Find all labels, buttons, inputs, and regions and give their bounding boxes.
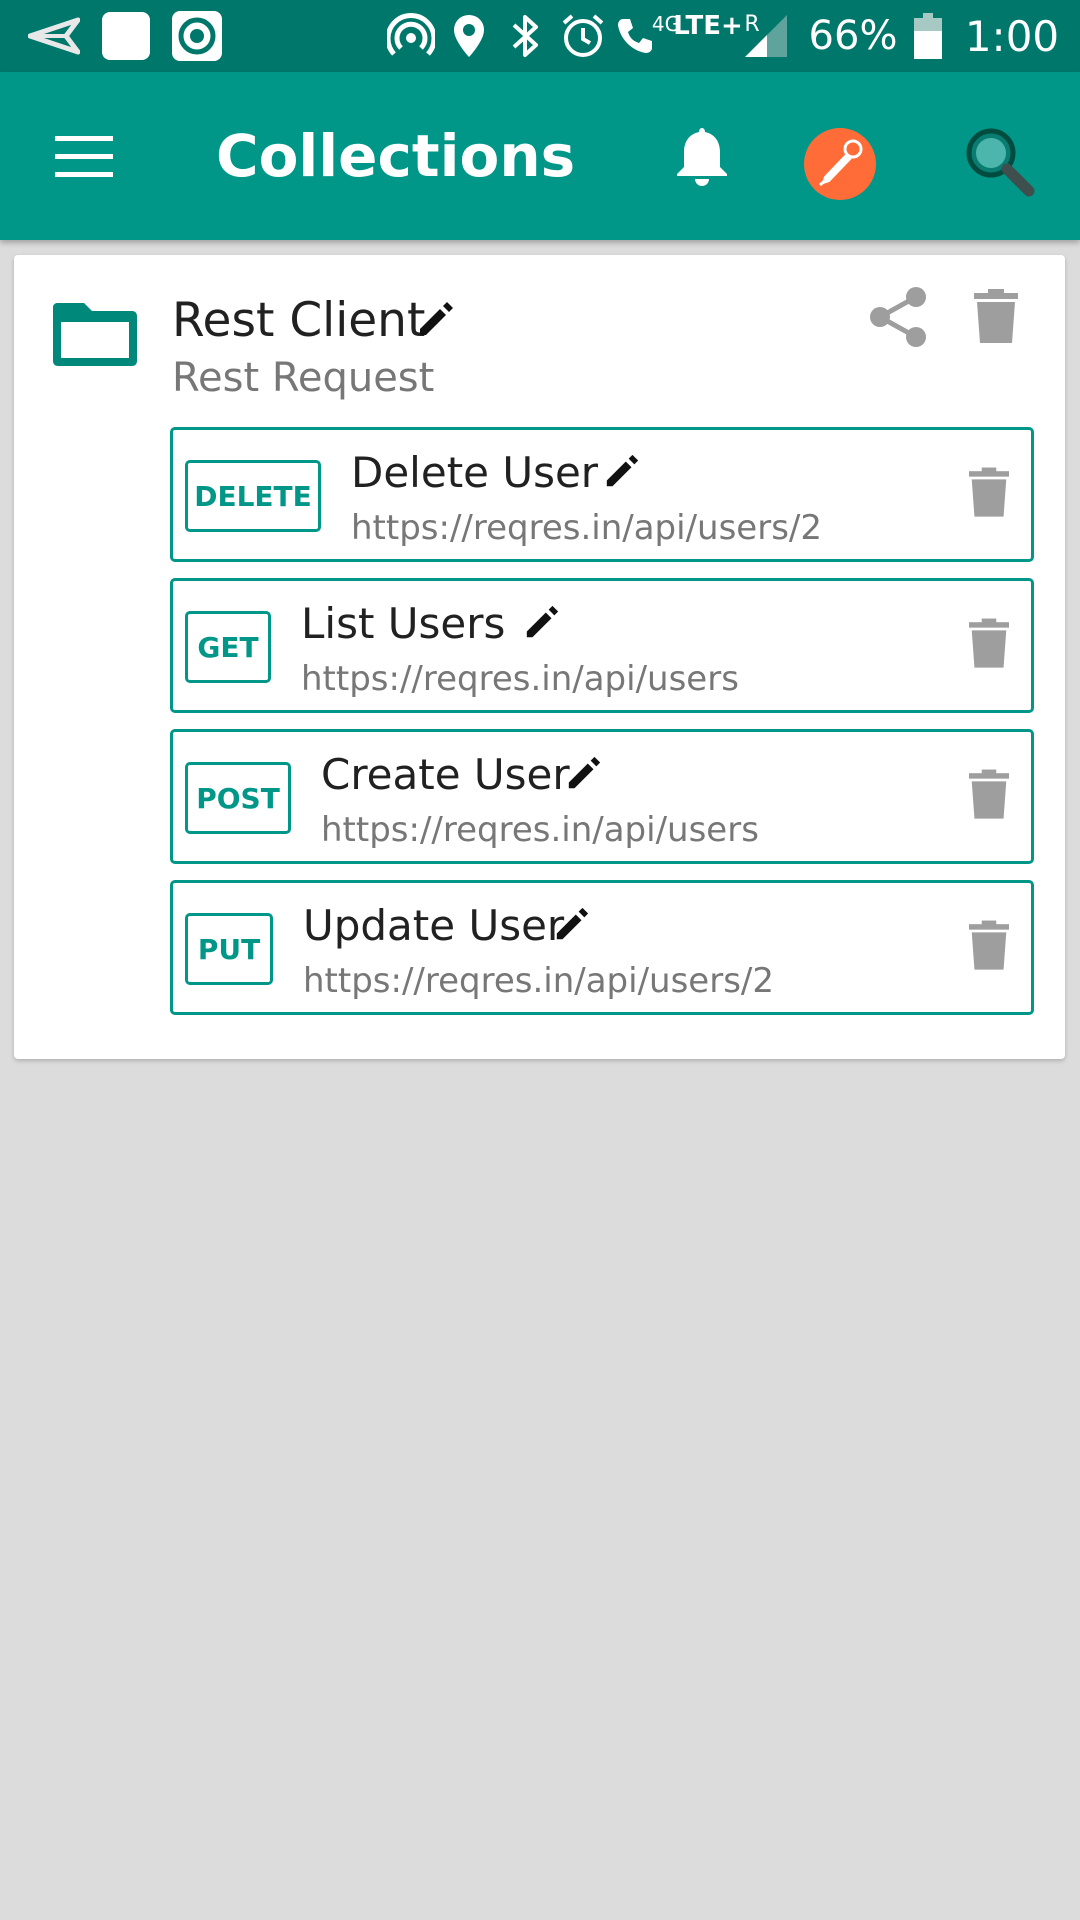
request-list: DELETE Delete User https://reqres.in/api…: [170, 427, 1034, 1031]
method-badge: GET: [185, 611, 271, 683]
edit-request-icon[interactable]: [523, 603, 561, 641]
request-name: Update User: [303, 901, 565, 950]
method-badge: PUT: [185, 913, 273, 985]
collection-name: Rest Client: [172, 293, 426, 348]
request-url: https://reqres.in/api/users: [321, 810, 759, 850]
request-item-create-user[interactable]: POST Create User https://reqres.in/api/u…: [170, 729, 1034, 864]
request-item-delete-user[interactable]: DELETE Delete User https://reqres.in/api…: [170, 427, 1034, 562]
edit-request-icon[interactable]: [565, 754, 603, 792]
delete-request-icon[interactable]: [969, 768, 1015, 824]
edit-collection-icon[interactable]: [416, 299, 456, 339]
alarm-icon: [558, 0, 608, 72]
request-name: Delete User: [351, 448, 599, 497]
battery-icon: [908, 0, 948, 72]
method-badge: DELETE: [185, 460, 321, 532]
request-url: https://reqres.in/api/users/2: [303, 961, 775, 1001]
bluetooth-icon: [506, 0, 544, 72]
page-title: Collections: [216, 122, 576, 190]
postman-logo-icon[interactable]: [802, 126, 878, 202]
status-bar: 4G LTE+ R 66% 1:00: [0, 0, 1080, 72]
request-name: Create User: [321, 750, 570, 799]
request-name: List Users: [301, 599, 506, 648]
send-icon: [22, 0, 86, 72]
request-url: https://reqres.in/api/users: [301, 659, 739, 699]
hotspot-icon: [384, 0, 438, 72]
share-icon[interactable]: [866, 285, 930, 349]
delete-request-icon[interactable]: [969, 919, 1015, 975]
search-icon[interactable]: [954, 116, 1044, 206]
battery-percent: 66%: [808, 13, 898, 59]
square-app-icon: [100, 0, 152, 72]
request-item-list-users[interactable]: GET List Users https://reqres.in/api/use…: [170, 578, 1034, 713]
location-icon: [448, 0, 490, 72]
bell-icon[interactable]: [664, 116, 740, 196]
edit-request-icon[interactable]: [603, 452, 641, 490]
folder-icon: [52, 297, 138, 369]
carrier-label: LTE+: [673, 11, 743, 41]
edit-request-icon[interactable]: [553, 905, 591, 943]
collection-card[interactable]: Rest Client Rest Request DELETE Delete U…: [14, 255, 1065, 1059]
request-item-update-user[interactable]: PUT Update User https://reqres.in/api/us…: [170, 880, 1034, 1015]
delete-request-icon[interactable]: [969, 617, 1015, 673]
app-bar: Collections: [0, 72, 1080, 240]
signal-icon: [742, 0, 790, 72]
clock: 1:00: [964, 11, 1060, 61]
collection-description: Rest Request: [172, 355, 435, 401]
menu-icon[interactable]: [40, 116, 128, 196]
method-badge: POST: [185, 762, 291, 834]
target-app-icon: [170, 0, 224, 72]
delete-collection-icon[interactable]: [974, 289, 1028, 349]
request-url: https://reqres.in/api/users/2: [351, 508, 823, 548]
delete-request-icon[interactable]: [969, 466, 1015, 522]
